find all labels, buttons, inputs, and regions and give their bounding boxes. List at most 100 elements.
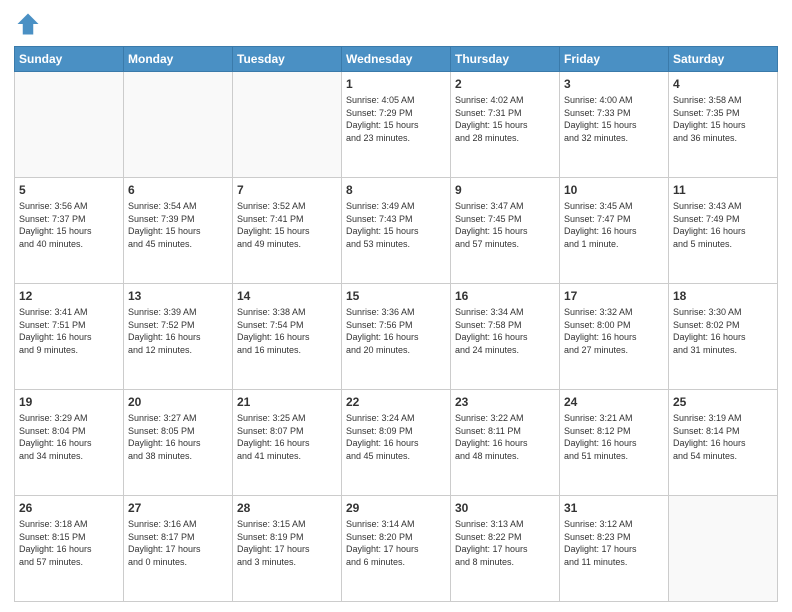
day-info: Sunrise: 3:12 AM Sunset: 8:23 PM Dayligh… (564, 518, 664, 568)
day-info: Sunrise: 3:38 AM Sunset: 7:54 PM Dayligh… (237, 306, 337, 356)
logo-icon (14, 10, 42, 38)
day-info: Sunrise: 3:15 AM Sunset: 8:19 PM Dayligh… (237, 518, 337, 568)
day-cell: 6 Sunrise: 3:54 AM Sunset: 7:39 PM Daylig… (124, 178, 233, 284)
day-cell: 15Sunrise: 3:36 AM Sunset: 7:56 PM Dayli… (342, 284, 451, 390)
day-info: Sunrise: 3:18 AM Sunset: 8:15 PM Dayligh… (19, 518, 119, 568)
day-number: 23 (455, 394, 555, 410)
weekday-header-saturday: Saturday (669, 47, 778, 72)
day-info: Sunrise: 3:49 AM Sunset: 7:43 PM Dayligh… (346, 200, 446, 250)
day-cell: 25 Sunrise: 3:19 AM Sunset: 8:14 PM Dayli… (669, 390, 778, 496)
day-info: Sunrise: 3:52 AM Sunset: 7:41 PM Dayligh… (237, 200, 337, 250)
day-cell: 18Sunrise: 3:30 AM Sunset: 8:02 PM Dayli… (669, 284, 778, 390)
day-cell: 23 Sunrise: 3:22 AM Sunset: 8:11 PM Dayli… (451, 390, 560, 496)
day-number: 26 (19, 500, 119, 516)
day-info: Sunrise: 3:30 AM Sunset: 8:02 PM Dayligh… (673, 306, 773, 356)
calendar-table: SundayMondayTuesdayWednesdayThursdayFrid… (14, 46, 778, 602)
day-cell: 1 Sunrise: 4:05 AM Sunset: 7:29 PM Daylig… (342, 72, 451, 178)
day-cell: 21 Sunrise: 3:25 AM Sunset: 8:07 PM Dayli… (233, 390, 342, 496)
day-cell (669, 496, 778, 602)
day-number: 12 (19, 288, 119, 304)
day-info: Sunrise: 3:22 AM Sunset: 8:11 PM Dayligh… (455, 412, 555, 462)
day-number: 17 (564, 288, 664, 304)
week-row-3: 12 Sunrise: 3:41 AM Sunset: 7:51 PM Dayli… (15, 284, 778, 390)
day-number: 9 (455, 182, 555, 198)
day-cell: 4Sunrise: 3:58 AM Sunset: 7:35 PM Daylig… (669, 72, 778, 178)
day-info: Sunrise: 3:24 AM Sunset: 8:09 PM Dayligh… (346, 412, 446, 462)
day-info: Sunrise: 4:05 AM Sunset: 7:29 PM Dayligh… (346, 94, 446, 144)
day-number: 3 (564, 76, 664, 92)
day-number: 25 (673, 394, 773, 410)
day-number: 11 (673, 182, 773, 198)
day-info: Sunrise: 3:34 AM Sunset: 7:58 PM Dayligh… (455, 306, 555, 356)
day-info: Sunrise: 3:41 AM Sunset: 7:51 PM Dayligh… (19, 306, 119, 356)
header (14, 10, 778, 38)
day-cell: 7Sunrise: 3:52 AM Sunset: 7:41 PM Daylig… (233, 178, 342, 284)
day-info: Sunrise: 3:47 AM Sunset: 7:45 PM Dayligh… (455, 200, 555, 250)
day-number: 5 (19, 182, 119, 198)
weekday-header-sunday: Sunday (15, 47, 124, 72)
day-info: Sunrise: 3:45 AM Sunset: 7:47 PM Dayligh… (564, 200, 664, 250)
day-cell: 20Sunrise: 3:27 AM Sunset: 8:05 PM Dayli… (124, 390, 233, 496)
day-cell: 13Sunrise: 3:39 AM Sunset: 7:52 PM Dayli… (124, 284, 233, 390)
day-cell: 17 Sunrise: 3:32 AM Sunset: 8:00 PM Dayli… (560, 284, 669, 390)
page: SundayMondayTuesdayWednesdayThursdayFrid… (0, 0, 792, 612)
day-cell: 9 Sunrise: 3:47 AM Sunset: 7:45 PM Daylig… (451, 178, 560, 284)
day-cell: 28 Sunrise: 3:15 AM Sunset: 8:19 PM Dayli… (233, 496, 342, 602)
day-cell (15, 72, 124, 178)
day-info: Sunrise: 3:13 AM Sunset: 8:22 PM Dayligh… (455, 518, 555, 568)
weekday-header-wednesday: Wednesday (342, 47, 451, 72)
day-info: Sunrise: 3:36 AM Sunset: 7:56 PM Dayligh… (346, 306, 446, 356)
day-info: Sunrise: 3:14 AM Sunset: 8:20 PM Dayligh… (346, 518, 446, 568)
day-cell: 8 Sunrise: 3:49 AM Sunset: 7:43 PM Daylig… (342, 178, 451, 284)
day-cell: 24 Sunrise: 3:21 AM Sunset: 8:12 PM Dayli… (560, 390, 669, 496)
day-cell: 11 Sunrise: 3:43 AM Sunset: 7:49 PM Dayli… (669, 178, 778, 284)
day-info: Sunrise: 3:39 AM Sunset: 7:52 PM Dayligh… (128, 306, 228, 356)
day-number: 28 (237, 500, 337, 516)
day-info: Sunrise: 3:54 AM Sunset: 7:39 PM Dayligh… (128, 200, 228, 250)
day-info: Sunrise: 3:21 AM Sunset: 8:12 PM Dayligh… (564, 412, 664, 462)
day-cell (124, 72, 233, 178)
weekday-header-row: SundayMondayTuesdayWednesdayThursdayFrid… (15, 47, 778, 72)
day-info: Sunrise: 3:56 AM Sunset: 7:37 PM Dayligh… (19, 200, 119, 250)
weekday-header-friday: Friday (560, 47, 669, 72)
week-row-1: 1 Sunrise: 4:05 AM Sunset: 7:29 PM Daylig… (15, 72, 778, 178)
weekday-header-tuesday: Tuesday (233, 47, 342, 72)
weekday-header-thursday: Thursday (451, 47, 560, 72)
day-cell: 30 Sunrise: 3:13 AM Sunset: 8:22 PM Dayli… (451, 496, 560, 602)
day-number: 4 (673, 76, 773, 92)
day-cell: 26 Sunrise: 3:18 AM Sunset: 8:15 PM Dayli… (15, 496, 124, 602)
day-info: Sunrise: 3:43 AM Sunset: 7:49 PM Dayligh… (673, 200, 773, 250)
day-number: 2 (455, 76, 555, 92)
day-info: Sunrise: 3:27 AM Sunset: 8:05 PM Dayligh… (128, 412, 228, 462)
day-info: Sunrise: 4:02 AM Sunset: 7:31 PM Dayligh… (455, 94, 555, 144)
day-number: 6 (128, 182, 228, 198)
day-number: 8 (346, 182, 446, 198)
day-cell: 3 Sunrise: 4:00 AM Sunset: 7:33 PM Daylig… (560, 72, 669, 178)
day-cell: 16 Sunrise: 3:34 AM Sunset: 7:58 PM Dayli… (451, 284, 560, 390)
week-row-4: 19Sunrise: 3:29 AM Sunset: 8:04 PM Dayli… (15, 390, 778, 496)
weekday-header-monday: Monday (124, 47, 233, 72)
day-info: Sunrise: 3:19 AM Sunset: 8:14 PM Dayligh… (673, 412, 773, 462)
day-number: 30 (455, 500, 555, 516)
day-number: 24 (564, 394, 664, 410)
day-cell: 29Sunrise: 3:14 AM Sunset: 8:20 PM Dayli… (342, 496, 451, 602)
day-cell: 2 Sunrise: 4:02 AM Sunset: 7:31 PM Daylig… (451, 72, 560, 178)
day-number: 27 (128, 500, 228, 516)
day-number: 19 (19, 394, 119, 410)
day-info: Sunrise: 3:32 AM Sunset: 8:00 PM Dayligh… (564, 306, 664, 356)
day-cell: 10 Sunrise: 3:45 AM Sunset: 7:47 PM Dayli… (560, 178, 669, 284)
day-number: 14 (237, 288, 337, 304)
day-cell: 14 Sunrise: 3:38 AM Sunset: 7:54 PM Dayli… (233, 284, 342, 390)
day-info: Sunrise: 4:00 AM Sunset: 7:33 PM Dayligh… (564, 94, 664, 144)
day-number: 1 (346, 76, 446, 92)
day-info: Sunrise: 3:25 AM Sunset: 8:07 PM Dayligh… (237, 412, 337, 462)
week-row-2: 5 Sunrise: 3:56 AM Sunset: 7:37 PM Daylig… (15, 178, 778, 284)
day-number: 21 (237, 394, 337, 410)
day-cell: 22 Sunrise: 3:24 AM Sunset: 8:09 PM Dayli… (342, 390, 451, 496)
day-number: 16 (455, 288, 555, 304)
day-number: 22 (346, 394, 446, 410)
day-number: 10 (564, 182, 664, 198)
logo (14, 10, 46, 38)
week-row-5: 26 Sunrise: 3:18 AM Sunset: 8:15 PM Dayli… (15, 496, 778, 602)
day-cell: 5 Sunrise: 3:56 AM Sunset: 7:37 PM Daylig… (15, 178, 124, 284)
